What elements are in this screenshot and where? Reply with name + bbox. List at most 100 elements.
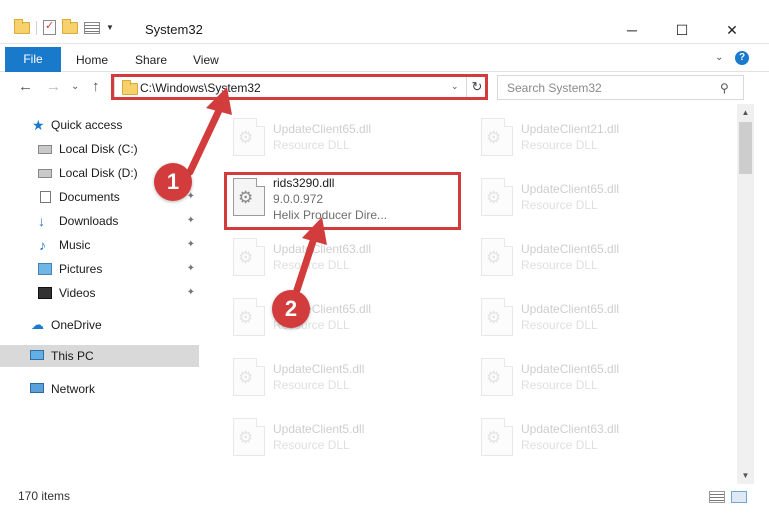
- file-tile[interactable]: UpdateClient5.dll Resource DLL: [225, 350, 455, 406]
- file-tile[interactable]: UpdateClient65.dll Resource DLL: [473, 230, 703, 286]
- file-description: Resource DLL: [521, 258, 598, 272]
- file-highlight-box: [224, 172, 461, 230]
- sidebar-item-label: Downloads: [59, 214, 119, 228]
- file-name: UpdateClient65.dll: [521, 362, 620, 376]
- file-name: UpdateClient65.dll: [521, 242, 620, 256]
- sidebar-item-label: Videos: [59, 286, 96, 300]
- properties-icon[interactable]: [43, 19, 56, 35]
- sidebar-item-onedrive[interactable]: ☁ OneDrive: [0, 314, 199, 336]
- maximize-button[interactable]: ☐: [659, 18, 705, 42]
- sidebar-item-label: Pictures: [59, 262, 103, 276]
- file-tab[interactable]: File: [5, 47, 61, 72]
- sidebar-item-label: This PC: [51, 349, 94, 363]
- file-description: Resource DLL: [521, 318, 598, 332]
- up-button[interactable]: ↑: [92, 78, 100, 95]
- sidebar-item-music[interactable]: ♪ Music ✦: [0, 234, 199, 256]
- pin-icon[interactable]: ✦: [187, 234, 195, 256]
- file-description: Resource DLL: [273, 438, 350, 452]
- pin-icon[interactable]: ✦: [187, 258, 195, 280]
- callout-step-two: 2: [272, 290, 310, 328]
- file-tile[interactable]: UpdateClient65.dll Resource DLL: [473, 350, 703, 406]
- navigation-pane: ★ Quick access Local Disk (C:) Local Dis…: [0, 104, 199, 484]
- pin-icon[interactable]: ✦: [187, 282, 195, 304]
- vertical-scrollbar[interactable]: ▲ ▼: [737, 104, 754, 484]
- disk-icon: [38, 145, 52, 154]
- sidebar-item-local-disk-c[interactable]: Local Disk (C:): [0, 138, 199, 160]
- sidebar-item-label: Documents: [59, 190, 120, 204]
- sidebar-item-pictures[interactable]: Pictures ✦: [0, 258, 199, 280]
- address-highlight-box: [111, 74, 488, 100]
- minimize-button[interactable]: ─: [609, 18, 655, 42]
- sidebar-item-quick-access[interactable]: ★ Quick access: [0, 114, 199, 136]
- sidebar-item-downloads[interactable]: ↓ Downloads ✦: [0, 210, 199, 232]
- file-tile[interactable]: UpdateClient65.dll Resource DLL: [225, 290, 455, 346]
- videos-icon: [38, 287, 52, 299]
- search-placeholder: Search System32: [507, 81, 602, 95]
- file-description: Resource DLL: [273, 378, 350, 392]
- dll-file-icon: [233, 298, 265, 336]
- file-tile[interactable]: UpdateClient65.dll Resource DLL: [473, 170, 703, 226]
- file-description: Resource DLL: [273, 258, 350, 272]
- file-name: UpdateClient5.dll: [273, 422, 365, 436]
- new-folder-icon[interactable]: [62, 18, 78, 34]
- dll-file-icon: [233, 358, 265, 396]
- scroll-down-button[interactable]: ▼: [737, 467, 754, 484]
- tab-view[interactable]: View: [193, 53, 219, 67]
- file-name: UpdateClient63.dll: [273, 242, 372, 256]
- back-button[interactable]: ←: [18, 78, 33, 95]
- search-box[interactable]: Search System32 ⚲: [497, 75, 744, 100]
- item-count: 170 items: [18, 489, 71, 503]
- sidebar-item-label: Network: [51, 382, 96, 396]
- pictures-icon: [38, 263, 52, 275]
- search-icon[interactable]: ⚲: [720, 81, 729, 95]
- file-description: Resource DLL: [273, 138, 350, 152]
- tab-home[interactable]: Home: [76, 53, 108, 67]
- customize-toolbar-icon[interactable]: [84, 21, 100, 34]
- expand-ribbon-icon[interactable]: ⌄: [715, 52, 723, 63]
- forward-button[interactable]: →: [46, 78, 61, 95]
- sidebar-item-videos[interactable]: Videos ✦: [0, 282, 199, 304]
- sidebar-item-label: Music: [59, 238, 91, 252]
- file-tile[interactable]: UpdateClient63.dll Resource DLL: [225, 230, 455, 286]
- network-icon: [30, 383, 44, 393]
- title-bar: ▼ System32 ─ ☐ ✕: [0, 0, 769, 44]
- quick-access-toolbar: ▼: [14, 18, 114, 35]
- status-bar: 170 items: [0, 484, 769, 515]
- help-icon[interactable]: ?: [735, 51, 749, 65]
- dll-file-icon: [481, 418, 513, 456]
- file-tile[interactable]: UpdateClient21.dll Resource DLL: [473, 110, 703, 166]
- sidebar-item-network[interactable]: Network: [0, 378, 199, 400]
- this-pc-icon: [30, 350, 44, 360]
- close-button[interactable]: ✕: [709, 18, 755, 42]
- file-description: Resource DLL: [521, 198, 598, 212]
- file-tile[interactable]: UpdateClient5.dll Resource DLL: [225, 410, 455, 466]
- folder-icon[interactable]: [14, 18, 30, 34]
- file-tile[interactable]: UpdateClient65.dll Resource DLL: [225, 110, 455, 166]
- details-view-icon[interactable]: [709, 491, 725, 503]
- dll-file-icon: [481, 178, 513, 216]
- sidebar-item-label: OneDrive: [51, 318, 102, 332]
- sidebar-item-this-pc[interactable]: This PC: [0, 345, 199, 367]
- tab-share[interactable]: Share: [135, 53, 167, 67]
- dll-file-icon: [481, 298, 513, 336]
- file-name: UpdateClient5.dll: [273, 362, 365, 376]
- tiles-view-icon[interactable]: [731, 491, 747, 503]
- downloads-icon: ↓: [38, 213, 45, 229]
- pin-icon[interactable]: ✦: [187, 210, 195, 232]
- file-tile[interactable]: UpdateClient65.dll Resource DLL: [473, 290, 703, 346]
- star-icon: ★: [32, 117, 45, 133]
- dll-file-icon: [233, 238, 265, 276]
- file-tile[interactable]: UpdateClient63.dll Resource DLL: [473, 410, 703, 466]
- file-description: Resource DLL: [521, 438, 598, 452]
- sidebar-item-label: Local Disk (C:): [59, 142, 138, 156]
- file-name: UpdateClient65.dll: [521, 182, 620, 196]
- scroll-thumb[interactable]: [739, 122, 752, 174]
- disk-icon: [38, 169, 52, 178]
- onedrive-icon: ☁: [31, 317, 44, 332]
- recent-locations-icon[interactable]: ⌄: [71, 81, 79, 92]
- file-description: Resource DLL: [521, 378, 598, 392]
- scroll-up-button[interactable]: ▲: [737, 104, 754, 121]
- customize-caret-icon[interactable]: ▼: [106, 23, 114, 32]
- dll-file-icon: [481, 238, 513, 276]
- file-description: Resource DLL: [521, 138, 598, 152]
